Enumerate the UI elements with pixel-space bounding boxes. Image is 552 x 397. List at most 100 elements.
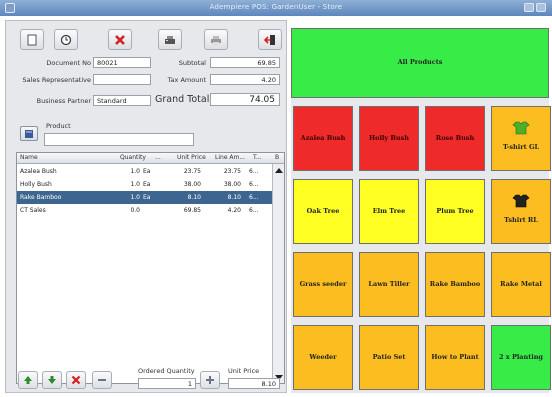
scroll-up-icon[interactable]	[275, 168, 283, 173]
product-tile[interactable]: T-shirt GL	[491, 106, 551, 171]
arrow-up-icon	[24, 376, 32, 384]
grand-total-field: 74.05	[210, 93, 280, 106]
cell-line: 8.10	[227, 194, 241, 201]
product-tile[interactable]: Tshirt RL	[491, 179, 551, 244]
product-tile[interactable]: 2 x Planting	[491, 325, 551, 390]
logout-button[interactable]	[258, 29, 282, 50]
cell-uom: Ea	[143, 181, 151, 188]
table-row[interactable]: Azalea Bush 1.0 Ea 23.75 23.75 6...	[17, 165, 273, 178]
column-quantity[interactable]: Quantity	[120, 154, 146, 161]
product-search-input[interactable]	[44, 133, 194, 146]
cell-name: Azalea Bush	[20, 168, 57, 175]
table-row[interactable]: Rake Bamboo 1.0 Ea 8.10 8.10 6...	[17, 191, 273, 204]
increase-quantity-button[interactable]	[200, 371, 220, 389]
subtotal-label: Subtotal	[178, 59, 206, 67]
product-tile[interactable]: Grass seeder	[293, 252, 353, 317]
product-tile-label: Grass seeder	[299, 279, 347, 288]
product-tile[interactable]: Holly Bush	[359, 106, 419, 171]
product-tile[interactable]: Oak Tree	[293, 179, 353, 244]
unit-price-label: Unit Price	[228, 367, 260, 375]
minimize-icon[interactable]	[524, 3, 534, 12]
product-tile-label: Rake Metal	[500, 279, 542, 288]
product-lookup-button[interactable]	[20, 126, 38, 141]
cancel-icon	[115, 34, 125, 45]
tax-amount-field: 4.20	[210, 74, 280, 85]
product-tile[interactable]: How to Plant	[425, 325, 485, 390]
business-partner-label: Business Partner	[36, 97, 91, 105]
product-tile-label: Rake Bamboo	[429, 279, 481, 288]
column-name[interactable]: Name	[20, 154, 38, 161]
column-uom[interactable]: ...	[155, 154, 161, 161]
order-panel: Document No 80021 Subtotal 69.85 Sales R…	[5, 20, 287, 393]
product-tile[interactable]: Elm Tree	[359, 179, 419, 244]
product-tile[interactable]: Weeder	[293, 325, 353, 390]
product-tile[interactable]: Rake Bamboo	[425, 252, 485, 317]
delete-icon	[71, 375, 81, 385]
product-tile-label: 2 x Planting	[499, 352, 543, 361]
cell-price: 69.85	[183, 207, 201, 214]
column-chooser[interactable]: B	[275, 154, 279, 161]
minus-icon	[98, 379, 106, 381]
print-button[interactable]	[204, 29, 228, 50]
product-tile-label: T-shirt GL	[502, 142, 540, 151]
cell-price: 38.00	[183, 181, 201, 188]
cell-qty: 1.0	[130, 194, 140, 201]
new-icon	[27, 34, 37, 45]
product-tile[interactable]: Azalea Bush	[293, 106, 353, 171]
table-scrollbar[interactable]	[272, 164, 284, 383]
subtotal-field: 69.85	[210, 57, 280, 68]
sales-rep-field[interactable]	[93, 74, 151, 85]
column-unit-price[interactable]: Unit Price	[177, 154, 206, 161]
sales-rep-label: Sales Representative	[22, 76, 91, 84]
product-tile[interactable]: Rake Metal	[491, 252, 551, 317]
cell-qty: 0.0	[130, 207, 140, 214]
cell-price: 8.10	[187, 194, 201, 201]
product-panel: All Products Azalea Bush Holly Bush Rose B…	[291, 28, 551, 393]
unit-price-field[interactable]: 8.10	[228, 378, 280, 389]
cell-name: Rake Bamboo	[20, 194, 62, 201]
product-tile[interactable]: Patio Set	[359, 325, 419, 390]
cell-name: Holly Bush	[20, 181, 52, 188]
move-down-button[interactable]	[42, 371, 62, 389]
cancel-order-button[interactable]	[108, 29, 132, 50]
product-tile[interactable]: Lawn Tiller	[359, 252, 419, 317]
cell-name: CT Sales	[20, 207, 46, 214]
ordered-quantity-field[interactable]: 1	[138, 378, 196, 389]
product-tile[interactable]: Plum Tree	[425, 179, 485, 244]
business-partner-field[interactable]: Standard	[93, 95, 151, 106]
logout-icon	[264, 34, 275, 45]
product-tile-label: How to Plant	[431, 352, 479, 361]
product-tile-label: Weeder	[309, 352, 337, 361]
cell-uom: Ea	[143, 194, 151, 201]
cell-tax: 6...	[249, 194, 259, 201]
product-tile-label: Oak Tree	[306, 206, 340, 215]
cell-line: 23.75	[223, 168, 241, 175]
column-line-amount[interactable]: Line Am...	[215, 154, 245, 161]
all-products-button[interactable]: All Products	[291, 28, 549, 98]
green-shirt-icon	[512, 121, 530, 138]
product-icon	[25, 129, 33, 138]
history-button[interactable]	[54, 29, 78, 50]
product-tile-label: Tshirt RL	[504, 215, 538, 224]
product-tile-label: Elm Tree	[372, 206, 406, 215]
product-tile[interactable]: Rose Bush	[425, 106, 485, 171]
cell-uom: Ea	[143, 168, 151, 175]
cell-line: 38.00	[223, 181, 241, 188]
product-tile-label: Rose Bush	[435, 133, 475, 142]
table-row[interactable]: Holly Bush 1.0 Ea 38.00 38.00 6...	[17, 178, 273, 191]
cell-tax: 6...	[249, 181, 259, 188]
decrease-quantity-button[interactable]	[92, 371, 112, 389]
table-row[interactable]: CT Sales 0.0 69.85 4.20 6...	[17, 204, 273, 217]
close-icon[interactable]	[536, 3, 546, 12]
cash-register-button[interactable]	[158, 29, 182, 50]
new-button[interactable]	[20, 29, 44, 50]
move-up-button[interactable]	[18, 371, 38, 389]
document-no-field[interactable]: 80021	[93, 57, 151, 68]
delete-line-button[interactable]	[66, 371, 86, 389]
table-header: Name Quantity ... Unit Price Line Am... …	[17, 153, 284, 164]
plus-icon	[206, 376, 214, 384]
product-tile-label: Azalea Bush	[300, 133, 346, 142]
cell-price: 23.75	[183, 168, 201, 175]
column-tax[interactable]: T...	[253, 154, 262, 161]
document-no-label: Document No	[46, 59, 91, 67]
